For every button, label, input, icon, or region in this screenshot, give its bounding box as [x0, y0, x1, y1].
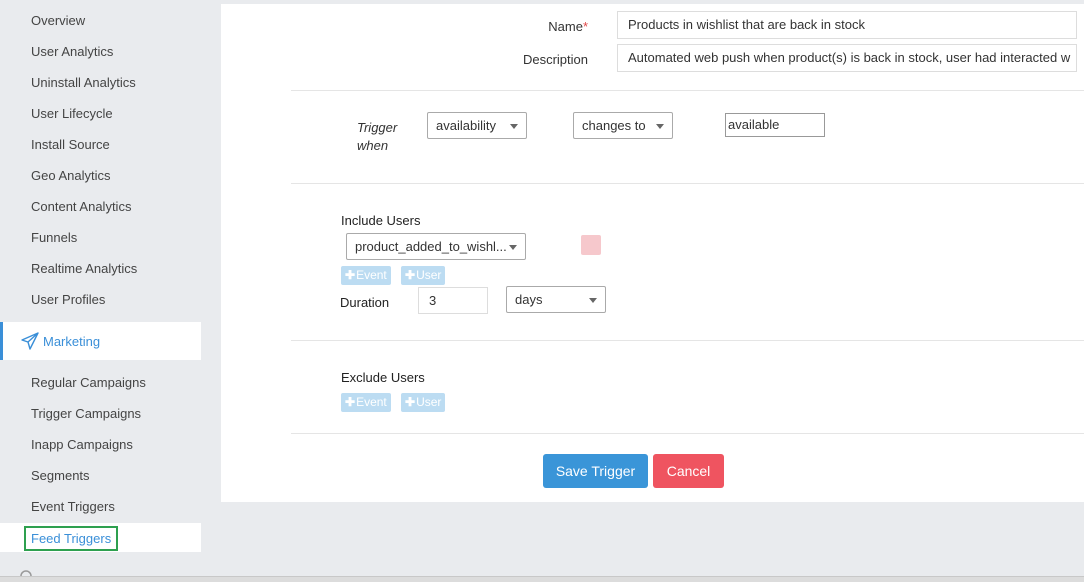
sidebar-selected-row: Feed Triggers — [0, 523, 201, 552]
trigger-operator-select[interactable]: changes to — [573, 112, 673, 139]
duration-input[interactable]: 3 — [418, 287, 488, 314]
sidebar-item-inapp-campaigns[interactable]: Inapp Campaigns — [31, 437, 133, 452]
sidebar-item-user-lifecycle[interactable]: User Lifecycle — [31, 106, 113, 121]
sidebar: Overview User Analytics Uninstall Analyt… — [0, 0, 201, 582]
trigger-value-input[interactable]: available — [725, 113, 825, 137]
duration-label: Duration — [340, 295, 390, 310]
divider — [291, 433, 1084, 434]
plus-icon: ✚ — [405, 395, 416, 409]
include-add-user-button[interactable]: ✚User — [401, 266, 446, 285]
sidebar-item-trigger-campaigns[interactable]: Trigger Campaigns — [31, 406, 141, 421]
sidebar-item-geo-analytics[interactable]: Geo Analytics — [31, 168, 111, 183]
sidebar-section-label: Marketing — [43, 334, 101, 349]
save-trigger-button[interactable]: Save Trigger — [543, 454, 648, 488]
chevron-down-icon — [510, 124, 518, 129]
paper-plane-icon — [21, 332, 39, 350]
description-input[interactable]: Automated web push when product(s) is ba… — [617, 44, 1077, 72]
sidebar-item-uninstall-analytics[interactable]: Uninstall Analytics — [31, 75, 136, 90]
sidebar-item-content-analytics[interactable]: Content Analytics — [31, 199, 131, 214]
plus-icon: ✚ — [345, 268, 356, 282]
chevron-down-icon — [656, 124, 664, 129]
remove-condition-button[interactable] — [581, 235, 601, 255]
sidebar-item-realtime-analytics[interactable]: Realtime Analytics — [31, 261, 137, 276]
sidebar-item-user-profiles[interactable]: User Profiles — [31, 292, 105, 307]
divider — [291, 90, 1084, 91]
trigger-operator-value: changes to — [582, 118, 646, 133]
duration-unit-value: days — [515, 292, 543, 307]
sidebar-item-user-analytics[interactable]: User Analytics — [31, 44, 113, 59]
exclude-add-user-button[interactable]: ✚User — [401, 393, 446, 412]
duration-unit-select[interactable]: days — [506, 286, 606, 313]
include-event-value: product_added_to_wishl... — [355, 239, 507, 254]
sidebar-item-event-triggers[interactable]: Event Triggers — [31, 499, 115, 514]
name-label: Name* — [548, 19, 588, 34]
plus-icon: ✚ — [345, 395, 356, 409]
sidebar-item-regular-campaigns[interactable]: Regular Campaigns — [31, 375, 146, 390]
sidebar-item-overview[interactable]: Overview — [31, 13, 85, 28]
cancel-button[interactable]: Cancel — [653, 454, 724, 488]
sidebar-item-segments[interactable]: Segments — [31, 468, 90, 483]
include-event-select[interactable]: product_added_to_wishl... — [346, 233, 526, 260]
name-input[interactable]: Products in wishlist that are back in st… — [617, 11, 1077, 39]
plus-icon: ✚ — [405, 268, 416, 282]
horizontal-scrollbar[interactable] — [0, 576, 1084, 582]
include-add-event-button[interactable]: ✚Event — [341, 266, 391, 285]
exclude-users-title: Exclude Users — [341, 370, 425, 385]
include-users-title: Include Users — [341, 213, 421, 228]
sidebar-item-funnels[interactable]: Funnels — [31, 230, 77, 245]
sidebar-item-feed-triggers[interactable]: Feed Triggers — [24, 526, 119, 551]
trigger-attribute-select[interactable]: availability — [427, 112, 527, 139]
chevron-down-icon — [589, 298, 597, 303]
divider — [291, 183, 1084, 184]
sidebar-section-marketing[interactable]: Marketing — [0, 322, 201, 360]
trigger-attribute-value: availability — [436, 118, 496, 133]
description-label: Description — [522, 52, 588, 67]
trigger-form: Name* Products in wishlist that are back… — [221, 4, 1084, 502]
sidebar-item-install-source[interactable]: Install Source — [31, 137, 110, 152]
divider — [291, 340, 1084, 341]
trigger-when-label: Trigger when — [357, 120, 398, 153]
chevron-down-icon — [509, 245, 517, 250]
exclude-add-event-button[interactable]: ✚Event — [341, 393, 391, 412]
